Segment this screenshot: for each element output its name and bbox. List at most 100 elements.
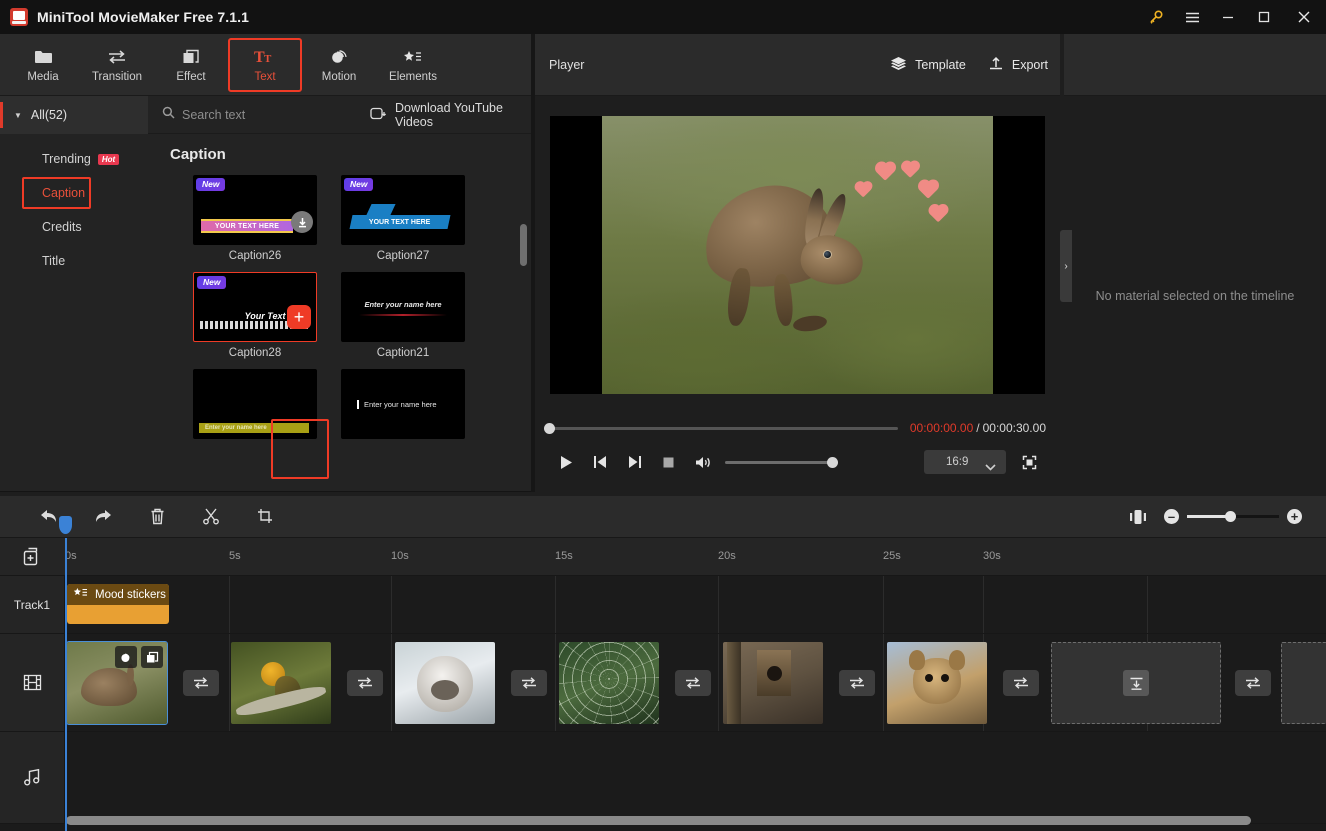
template-caption28[interactable]: New Your Text Here + Caption28 (193, 272, 317, 359)
transition-button-2[interactable] (347, 670, 383, 696)
heart-sticker (919, 181, 938, 199)
clip-motion-icon[interactable] (115, 646, 137, 668)
download-youtube-button[interactable]: Download YouTube Videos (370, 101, 531, 129)
ruler-tick: 10s (391, 550, 409, 562)
previous-frame-button[interactable] (583, 445, 617, 479)
transition-button-1[interactable] (183, 670, 219, 696)
add-track-button[interactable] (0, 538, 65, 575)
split-button[interactable] (184, 496, 238, 538)
playhead[interactable] (59, 516, 72, 831)
zoom-out-button[interactable]: – (1164, 509, 1179, 524)
panel-collapse-handle[interactable]: › (1060, 230, 1072, 302)
timeline-clip-dog[interactable] (395, 642, 495, 724)
aspect-ratio-select[interactable]: 16:9 (924, 450, 1006, 474)
template-button[interactable]: Template (890, 56, 966, 74)
category-credits[interactable]: Credits (0, 210, 148, 244)
timeline-clip-squirrel[interactable] (887, 642, 987, 724)
template-caption21[interactable]: Enter your name here Caption21 (341, 272, 465, 359)
search-box[interactable] (162, 106, 362, 124)
tab-label: Transition (91, 70, 143, 83)
next-frame-button[interactable] (617, 445, 651, 479)
zoom-knob[interactable] (1225, 511, 1236, 522)
audio-track-icon[interactable] (0, 732, 65, 823)
template-row3-left[interactable]: Enter your name here (193, 369, 317, 439)
transition-button-4[interactable] (675, 670, 711, 696)
category-caption[interactable]: Caption (0, 176, 148, 210)
zoom-in-button[interactable]: + (1287, 509, 1302, 524)
redo-button[interactable] (76, 496, 130, 538)
stop-button[interactable] (651, 445, 685, 479)
fullscreen-button[interactable] (1012, 445, 1046, 479)
app-title: MiniTool MovieMaker Free 7.1.1 (37, 9, 250, 25)
tab-elements[interactable]: Elements (376, 38, 450, 92)
timeline-clip-hare[interactable] (66, 641, 168, 725)
fit-timeline-icon[interactable] (1120, 496, 1156, 538)
minimize-button[interactable] (1210, 0, 1246, 34)
template-caption26[interactable]: New YOUR TEXT HERE Caption26 (193, 175, 317, 262)
clip-copy-icon[interactable] (141, 646, 163, 668)
tab-text[interactable]: T T Text (228, 37, 302, 92)
timeline-clip-web[interactable] (559, 642, 659, 724)
tab-effect[interactable]: Effect (154, 38, 228, 92)
timeline-clip-birdhouse[interactable] (723, 642, 823, 724)
library-scrollbar[interactable] (520, 224, 527, 266)
track-body-audio[interactable] (65, 732, 1326, 823)
category-trending[interactable]: Trending Hot (0, 142, 148, 176)
template-caption27[interactable]: New YOUR TEXT HERE Caption27 (341, 175, 465, 262)
timeline-horizontal-scrollbar[interactable] (66, 816, 1251, 825)
transition-button-5[interactable] (839, 670, 875, 696)
heart-sticker (902, 162, 919, 178)
export-icon (988, 56, 1004, 74)
tab-media[interactable]: Media (6, 38, 80, 92)
timeline-ruler[interactable]: 0s 5s 10s 15s 20s 25s 30s (65, 538, 1326, 575)
video-preview-area[interactable] (535, 96, 1060, 414)
preview-art-accent (366, 204, 396, 215)
media-drop-placeholder[interactable] (1051, 642, 1221, 724)
template-label: Template (915, 57, 966, 72)
category-title[interactable]: Title (0, 244, 148, 278)
tab-transition[interactable]: Transition (80, 38, 154, 92)
track-body-video[interactable] (65, 634, 1326, 731)
track-body-sticker[interactable]: Mood stickers (65, 576, 1326, 633)
folder-icon (34, 47, 53, 67)
add-to-timeline-button[interactable]: + (287, 305, 311, 329)
track-label-track1[interactable]: Track1 (0, 576, 65, 633)
window-controls (1138, 0, 1326, 34)
zoom-slider[interactable] (1187, 511, 1279, 522)
sticker-clip[interactable]: Mood stickers (67, 584, 169, 624)
transition-button-3[interactable] (511, 670, 547, 696)
playhead-handle[interactable] (59, 516, 72, 534)
property-panel: No material selected on the timeline (1064, 34, 1326, 492)
key-icon[interactable] (1138, 0, 1174, 34)
close-button[interactable] (1282, 0, 1326, 34)
tab-motion[interactable]: Motion (302, 38, 376, 92)
volume-slider[interactable] (725, 456, 838, 468)
progress-slider[interactable] (544, 422, 898, 434)
progress-knob[interactable] (544, 422, 555, 434)
volume-knob[interactable] (827, 456, 838, 468)
tab-label: Media (27, 70, 59, 83)
player-actions: Template Export (890, 56, 1048, 74)
preview-art (359, 314, 447, 316)
new-badge: New (196, 178, 226, 191)
hamburger-menu-icon[interactable] (1174, 0, 1210, 34)
download-icon[interactable] (291, 211, 313, 233)
crop-button[interactable] (238, 496, 292, 538)
media-drop-placeholder-2[interactable] (1281, 642, 1326, 724)
tab-label: Motion (321, 70, 357, 83)
search-input[interactable] (182, 107, 362, 122)
export-button[interactable]: Export (988, 56, 1048, 74)
play-button[interactable] (549, 445, 583, 479)
preview-image-hare (602, 116, 993, 394)
timeline-clip-bird[interactable] (231, 642, 331, 724)
template-row3-right[interactable]: Enter your name here (341, 369, 465, 439)
template-thumbnail: Enter your name here (341, 369, 465, 439)
maximize-button[interactable] (1246, 0, 1282, 34)
volume-icon[interactable] (685, 445, 719, 479)
transition-button-7[interactable] (1235, 670, 1271, 696)
all-filter[interactable]: ▼ All(52) (0, 96, 148, 134)
template-label: Caption26 (228, 250, 282, 262)
transition-button-6[interactable] (1003, 670, 1039, 696)
video-track-icon[interactable] (0, 634, 65, 731)
delete-button[interactable] (130, 496, 184, 538)
